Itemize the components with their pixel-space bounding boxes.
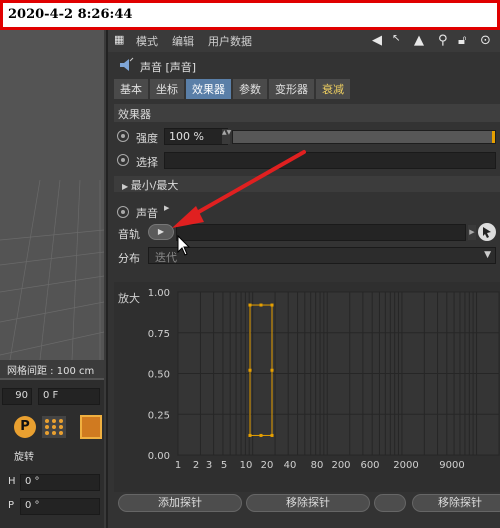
- x-tick-label: 10: [240, 460, 253, 471]
- track-browse-button[interactable]: ▶: [468, 225, 476, 240]
- probe-handle: [248, 303, 252, 307]
- add-probe-button[interactable]: 添加探针: [118, 494, 242, 512]
- minmax-label: 最小/最大: [130, 179, 179, 192]
- probe-extra-button[interactable]: [374, 494, 406, 512]
- cursor-icon[interactable]: ↖: [392, 33, 400, 44]
- frame-field[interactable]: 0 F: [38, 388, 100, 405]
- distribution-dropdown[interactable]: 迭代 ▼: [148, 247, 496, 264]
- attribute-left-panel: 90 0 F P 旋转 H 0 ° P 0 °: [0, 380, 104, 528]
- tab-deformer[interactable]: 变形器: [269, 79, 314, 99]
- menu-edit[interactable]: 编辑: [172, 33, 194, 49]
- chevron-down-icon: ▼: [484, 250, 491, 260]
- expand-triangle-icon: ▶: [122, 182, 131, 191]
- tab-falloff[interactable]: 衰减: [316, 79, 350, 99]
- x-tick-label: 1: [175, 460, 181, 471]
- settings-icon[interactable]: ⊙: [480, 33, 491, 48]
- sound-effector-icon: [120, 57, 134, 71]
- y-tick-label: 1.00: [148, 288, 170, 299]
- y-tick-label: 0.50: [148, 370, 170, 381]
- object-title: 声音 [声音]: [140, 61, 197, 74]
- selection-field[interactable]: [164, 152, 496, 169]
- 3d-viewport[interactable]: [0, 30, 104, 380]
- sound-anim-radio[interactable]: [117, 206, 129, 218]
- strength-value: 100 %: [169, 130, 204, 143]
- tab-basic[interactable]: 基本: [114, 79, 148, 99]
- strength-label: 强度: [136, 132, 158, 145]
- probe-handle: [270, 368, 274, 372]
- x-tick-label: 200: [331, 460, 350, 471]
- strength-slider[interactable]: [232, 130, 496, 144]
- attribute-menubar: ▦ 模式 编辑 用户数据 ◀ ↖ ▲ ⚲ 🔓︎ ⊙: [108, 30, 500, 52]
- tab-coord[interactable]: 坐标: [150, 79, 184, 99]
- p-rotation-field[interactable]: 0 °: [20, 498, 100, 515]
- menu-user-data[interactable]: 用户数据: [208, 33, 252, 49]
- sound-expand-icon[interactable]: ▶: [164, 204, 169, 212]
- probe-handle: [259, 303, 263, 307]
- distribution-label: 分布: [118, 252, 140, 265]
- tab-effector[interactable]: 效果器: [186, 79, 231, 99]
- selection-anim-radio[interactable]: [117, 154, 129, 166]
- amplitude-graph[interactable]: 1.00 0.75 0.50 0.25 0.00 放大 1 2 3 5 10 20 40 80 200 600…: [114, 282, 500, 492]
- track-play-button[interactable]: ▶: [148, 224, 174, 240]
- track-pick-icon[interactable]: [478, 223, 496, 241]
- film-strip-icon[interactable]: [80, 415, 102, 439]
- minmax-group[interactable]: ▶ 最小/最大: [114, 176, 500, 192]
- effector-section-header: 效果器: [114, 104, 500, 122]
- timestamp-bar: 2020-4-2 8:26:44: [0, 0, 500, 30]
- frame-number-field[interactable]: 90: [2, 388, 32, 405]
- timestamp-text: 2020-4-2 8:26:44: [8, 7, 133, 22]
- grid-spacing-readout: 网格间距 : 100 cm: [0, 360, 104, 378]
- y-tick-label: 0.25: [148, 410, 170, 421]
- probe-handle: [270, 433, 274, 437]
- x-tick-label: 2000: [393, 460, 418, 471]
- strength-anim-radio[interactable]: [117, 130, 129, 142]
- rotate-label: 旋转: [14, 452, 34, 463]
- x-tick-label: 20: [261, 460, 274, 471]
- x-tick-label: 600: [360, 460, 379, 471]
- tab-parameter[interactable]: 参数: [233, 79, 267, 99]
- remove-probe-button-2[interactable]: 移除探针: [412, 494, 500, 512]
- attribute-tabs: 基本 坐标 效果器 参数 变形器 衰减: [114, 79, 350, 99]
- search-icon[interactable]: ⚲: [438, 33, 448, 48]
- h-axis-label: H: [8, 476, 16, 487]
- dots-grid-icon[interactable]: [42, 416, 66, 438]
- graph-canvas: 1.00 0.75 0.50 0.25 0.00 放大 1 2 3 5 10 20 40 80 200 600…: [118, 288, 500, 471]
- selection-label: 选择: [136, 156, 158, 169]
- probe-handle: [259, 433, 263, 437]
- distribution-value: 迭代: [155, 251, 177, 264]
- x-tick-label: 5: [221, 460, 227, 471]
- y-tick-label: 0.00: [148, 451, 170, 462]
- x-tick-label: 80: [311, 460, 324, 471]
- strength-spinner[interactable]: ▲▼: [222, 129, 231, 144]
- track-path-field[interactable]: [176, 224, 466, 241]
- object-header: 声音 [声音]: [108, 54, 500, 76]
- y-tick-label: 0.75: [148, 329, 170, 340]
- x-tick-label: 2: [193, 460, 199, 471]
- strength-slider-handle[interactable]: [492, 131, 495, 143]
- x-tick-label: 40: [284, 460, 297, 471]
- p-axis-label: P: [8, 500, 15, 511]
- h-rotation-field[interactable]: 0 °: [20, 474, 100, 491]
- menu-mode[interactable]: 模式: [136, 33, 158, 49]
- remove-probe-button[interactable]: 移除探针: [246, 494, 370, 512]
- sound-label: 声音: [136, 207, 158, 220]
- strength-field[interactable]: 100 %: [164, 128, 228, 145]
- probe-handle: [248, 433, 252, 437]
- up-arrow-icon[interactable]: ▲: [414, 33, 424, 48]
- grid-menu-icon[interactable]: ▦: [114, 33, 124, 46]
- lock-icon[interactable]: 🔓︎: [458, 33, 466, 48]
- back-arrow-icon[interactable]: ◀: [372, 33, 382, 48]
- x-tick-label: 9000: [439, 460, 464, 471]
- y-axis-label: 放大: [118, 291, 140, 305]
- probe-handle: [248, 368, 252, 372]
- x-tick-label: 3: [206, 460, 212, 471]
- viewport-grid: [0, 179, 104, 360]
- p-record-icon[interactable]: P: [14, 416, 36, 438]
- attribute-manager: ▦ 模式 编辑 用户数据 ◀ ↖ ▲ ⚲ 🔓︎ ⊙ 声音 [声音] 基本 坐标 …: [106, 30, 500, 528]
- track-label: 音轨: [118, 228, 140, 241]
- probe-handle: [270, 303, 274, 307]
